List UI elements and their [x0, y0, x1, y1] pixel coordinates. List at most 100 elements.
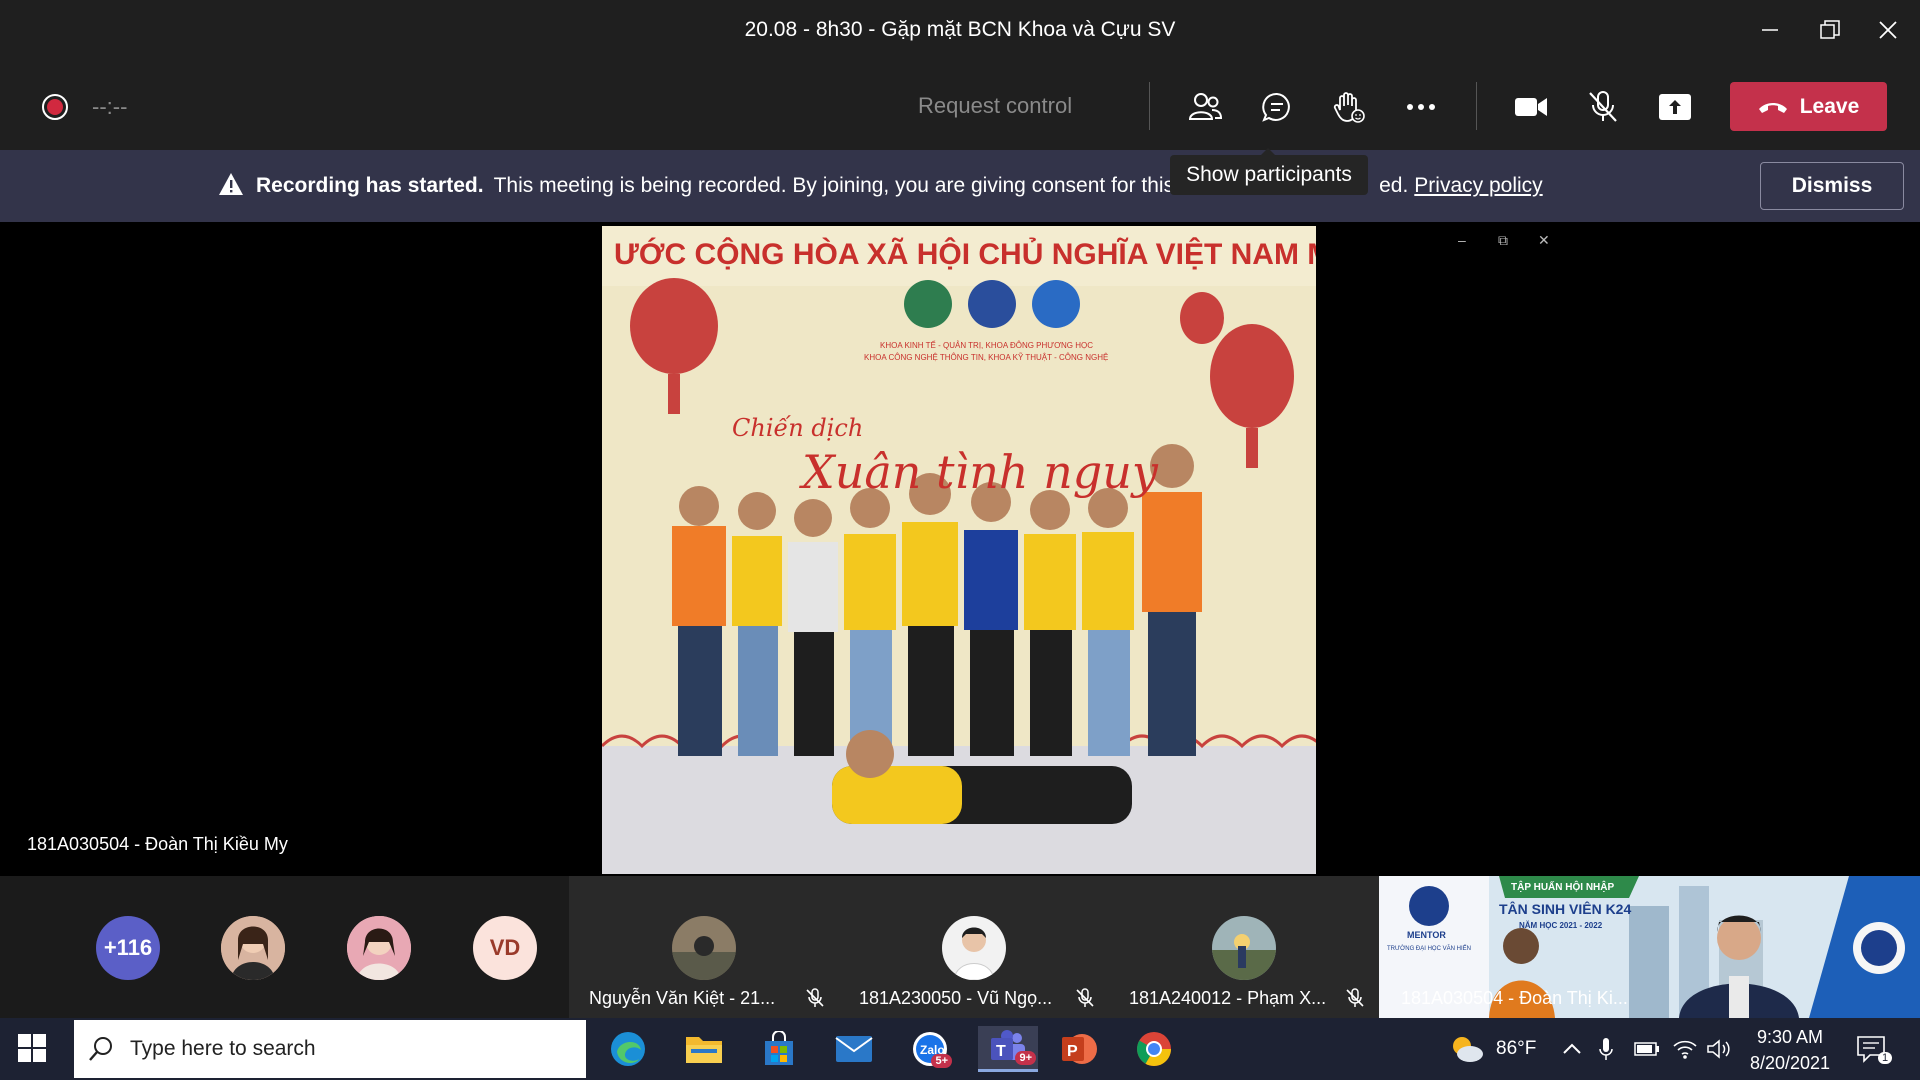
folder-icon: [686, 1037, 722, 1063]
participant-video-tile[interactable]: MENTOR TRƯỜNG ĐẠI HỌC VĂN HIẾN TẬP HUẤN …: [1379, 876, 1920, 1018]
close-window-button[interactable]: [1866, 10, 1910, 50]
wifi-icon: [1673, 1040, 1697, 1059]
photo-script-1: Chiến dịch: [732, 414, 863, 442]
warning-icon: [219, 173, 243, 195]
mentor-sub: TRƯỜNG ĐẠI HỌC VĂN HIẾN: [1387, 945, 1471, 952]
restore-icon: [1820, 20, 1840, 39]
more-icon: [1407, 104, 1435, 110]
taskbar-search[interactable]: Type here to search: [74, 1020, 586, 1078]
taskbar-zalo[interactable]: Zalo 5+: [906, 1026, 954, 1072]
taskbar-file-explorer[interactable]: [680, 1026, 728, 1072]
minimize-button[interactable]: [1748, 10, 1792, 50]
mentor-label: MENTOR: [1407, 930, 1446, 940]
hang-up-icon: [1758, 102, 1787, 113]
mic-off-icon: [1589, 91, 1617, 122]
svg-text:P: P: [1067, 1043, 1078, 1060]
restore-button[interactable]: [1808, 10, 1852, 50]
participant-strip: +116 VD Nguyễn Văn Kiệt - 21... 181A2300…: [0, 876, 1920, 1018]
store-icon: [765, 1031, 793, 1065]
minimize-video-button[interactable]: –: [1458, 232, 1466, 248]
more-actions-button[interactable]: [1400, 86, 1442, 128]
tray-mic[interactable]: [1598, 1018, 1614, 1080]
taskbar-powerpoint[interactable]: P: [1055, 1026, 1103, 1072]
share-screen-icon: [1659, 94, 1691, 120]
main-video-stage: ƯỚC CỘNG HÒA XÃ HỘI CHỦ NGHĨA VIỆT NAM M…: [0, 222, 1920, 876]
poster-line-2: TÂN SINH VIÊN K24: [1499, 900, 1631, 917]
toolbar-divider: [1149, 82, 1150, 130]
poster-line-3: NĂM HỌC 2021 - 2022: [1519, 921, 1603, 930]
meeting-timer: --:--: [92, 94, 128, 119]
meeting-toolbar: --:-- Request control Leave: [0, 60, 1920, 150]
poster-line-1: TẬP HUẤN HỘI NHẬP: [1511, 880, 1614, 893]
recording-banner: Recording has started. This meeting is be…: [0, 150, 1920, 222]
edge-icon: [611, 1032, 645, 1066]
chat-button[interactable]: [1256, 86, 1298, 128]
clock-date: 8/20/2021: [1749, 1053, 1831, 1073]
banner-title: Recording has started.: [256, 174, 484, 197]
avatar-photo: [347, 916, 411, 980]
privacy-policy-link[interactable]: Privacy policy: [1414, 174, 1542, 197]
chrome-icon: [1137, 1032, 1171, 1066]
windows-taskbar: Type here to search Zalo 5+ T 9+ P 86°F: [0, 1018, 1920, 1080]
avatar[interactable]: [347, 916, 411, 980]
participant-name: Nguyễn Văn Kiệt - 21...: [589, 988, 776, 1008]
participant-tile[interactable]: 181A230050 - Vũ Ngọ...: [839, 876, 1109, 1018]
tray-battery[interactable]: [1634, 1018, 1660, 1080]
initials-avatar[interactable]: VD: [473, 916, 537, 980]
avatar-photo: [221, 916, 285, 980]
avatar: [942, 916, 1006, 980]
taskbar-teams[interactable]: T 9+: [978, 1026, 1038, 1072]
speaker-name: 181A030504 - Đoàn Thị Kiều My: [27, 834, 288, 854]
more-participants-button[interactable]: +116: [96, 916, 160, 980]
participant-tile[interactable]: Nguyễn Văn Kiệt - 21...: [569, 876, 839, 1018]
popout-video-button[interactable]: ⧉: [1498, 232, 1508, 249]
banner-body-tail: ed.: [1379, 174, 1409, 197]
volume-icon: [1707, 1039, 1730, 1059]
taskbar-clock[interactable]: 9:30 AM 8/20/2021: [1740, 1024, 1840, 1076]
share-button[interactable]: [1654, 86, 1696, 128]
mic-muted-icon: [806, 988, 824, 1007]
taskbar-edge[interactable]: [604, 1026, 652, 1072]
notification-center[interactable]: 1: [1856, 1018, 1893, 1080]
mic-muted-icon: [1346, 988, 1364, 1007]
photo-banner-text: ƯỚC CỘNG HÒA XÃ HỘI CHỦ NGHĨA VIỆT NAM M…: [614, 237, 1316, 271]
avatar[interactable]: [221, 916, 285, 980]
close-video-button[interactable]: ✕: [1538, 232, 1550, 249]
chevron-up-icon: [1563, 1043, 1581, 1054]
zalo-badge: 5+: [931, 1054, 952, 1068]
photo-small-text-2: KHOA CÔNG NGHỆ THÔNG TIN, KHOA KỸ THUẬT …: [864, 353, 1108, 362]
taskbar-chrome[interactable]: [1130, 1026, 1178, 1072]
participant-name: 181A230050 - Vũ Ngọ...: [859, 988, 1053, 1008]
reactions-button[interactable]: [1328, 86, 1370, 128]
weather-widget[interactable]: 86°F: [1448, 1018, 1536, 1080]
search-placeholder: Type here to search: [130, 1037, 316, 1060]
shared-video: ƯỚC CỘNG HÒA XÃ HỘI CHỦ NGHĨA VIỆT NAM M…: [602, 226, 1316, 874]
tray-volume[interactable]: [1706, 1018, 1732, 1080]
windows-icon: [18, 1034, 46, 1062]
minimize-icon: [1762, 29, 1778, 31]
mic-button[interactable]: [1582, 86, 1624, 128]
avatar: [1212, 916, 1276, 980]
participant-tile[interactable]: 181A240012 - Phạm X...: [1109, 876, 1379, 1018]
leave-button[interactable]: Leave: [1730, 82, 1887, 131]
weather-icon: [1453, 1037, 1483, 1062]
tray-wifi[interactable]: [1672, 1018, 1698, 1080]
camera-button[interactable]: [1510, 86, 1552, 128]
search-icon: [89, 1037, 112, 1061]
photo-small-text-1: KHOA KINH TẾ - QUẢN TRỊ, KHOA ĐÔNG PHƯƠN…: [880, 340, 1093, 350]
show-hidden-icons[interactable]: [1562, 1018, 1582, 1080]
start-button[interactable]: [18, 1034, 46, 1067]
participant-name: 181A240012 - Phạm X...: [1129, 988, 1327, 1008]
banner-body: This meeting is being recorded. By joini…: [493, 174, 1175, 197]
taskbar-mail[interactable]: [830, 1026, 878, 1072]
dismiss-button[interactable]: Dismiss: [1760, 162, 1904, 210]
notification-count: 1: [1878, 1052, 1893, 1064]
teams-badge: 9+: [1015, 1051, 1036, 1065]
battery-icon: [1634, 1042, 1659, 1056]
participants-button[interactable]: [1184, 86, 1226, 128]
request-control-button[interactable]: Request control: [918, 93, 1072, 119]
recording-icon: [42, 94, 68, 120]
taskbar-store[interactable]: [755, 1026, 803, 1072]
svg-text:T: T: [996, 1043, 1006, 1060]
chat-icon: [1262, 92, 1290, 122]
